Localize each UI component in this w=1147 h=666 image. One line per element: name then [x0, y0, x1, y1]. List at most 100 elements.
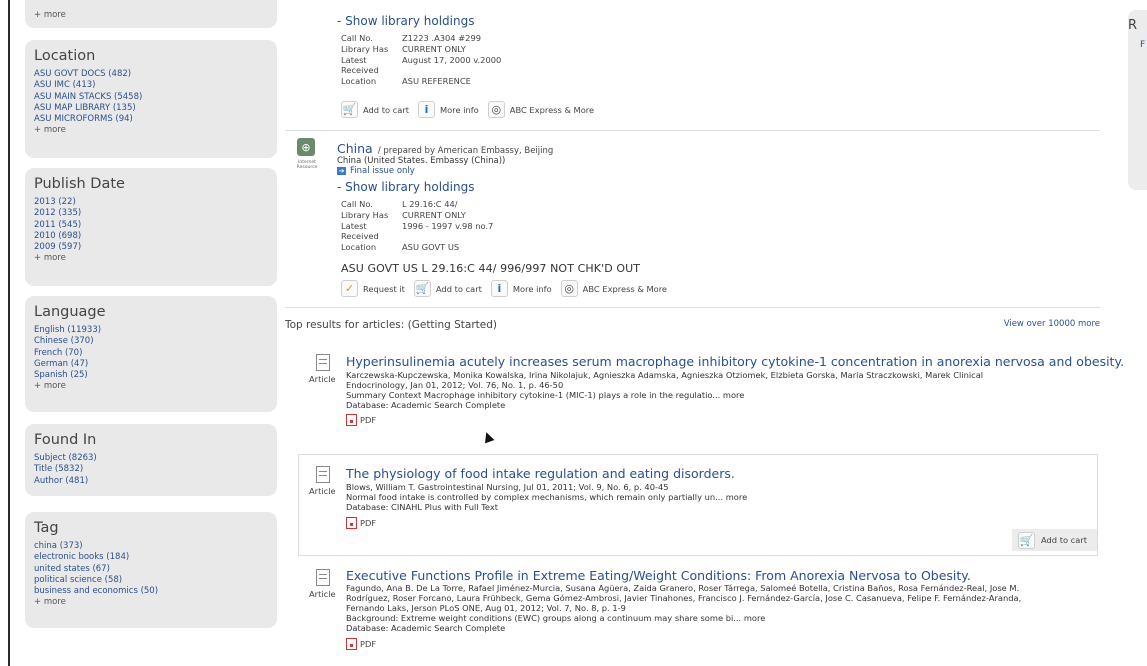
button-label: More info: [512, 283, 552, 294]
divider: [285, 130, 1100, 131]
right-panel-heading: R: [1128, 18, 1138, 33]
add-to-cart-button[interactable]: 🛒 Add to cart: [341, 101, 409, 118]
facet-item[interactable]: Subject (8263): [34, 453, 269, 464]
divider: [285, 307, 1100, 308]
facet-item[interactable]: Chinese (370): [34, 336, 269, 347]
cart-icon: 🛒: [413, 280, 431, 297]
facet-language: Language English (11933) Chinese (370) F…: [25, 296, 277, 412]
pdf-label: PDF: [360, 639, 377, 649]
pdf-link[interactable]: ▪ PDF: [346, 414, 376, 426]
facet-item[interactable]: 2012 (335): [34, 208, 269, 219]
more-info-button[interactable]: i More info: [417, 101, 479, 118]
button-label: More info: [439, 104, 479, 115]
cart-icon: 🛒: [341, 101, 358, 118]
facet-tag: Tag china (373) electronic books (184) u…: [25, 512, 277, 628]
record-byline: / prepared by American Embassy, Beijing: [377, 146, 554, 156]
button-label: Add to cart: [363, 104, 409, 115]
more-info-button[interactable]: i More info: [490, 280, 552, 297]
article-authors: Fagundo, Ana B. De La Torre, Rafael Jimé…: [346, 583, 1020, 593]
holdings-value: August 17, 2000 v.2000: [402, 54, 502, 65]
abc-express-button[interactable]: ◎ ABC Express & More: [560, 280, 667, 297]
view-more-link[interactable]: View over 10000 more: [1004, 319, 1100, 329]
add-to-cart-button[interactable]: 🛒 Add to cart: [413, 280, 482, 297]
pdf-link[interactable]: ▪ PDF: [346, 638, 376, 650]
holdings-value: 1996 - 1997 v.98 no.7: [402, 220, 494, 231]
pdf-label: PDF: [360, 518, 377, 528]
article-summary: Summary Context Macrophage inhibitory cy…: [346, 390, 745, 400]
final-issue-link[interactable]: Final issue only: [350, 166, 415, 177]
article-title-link[interactable]: Executive Functions Profile in Extreme E…: [346, 568, 971, 583]
show-holdings-link[interactable]: - Show library holdings: [337, 14, 474, 28]
facet-item[interactable]: 2011 (545): [34, 220, 269, 231]
button-label: Add to cart: [435, 283, 482, 294]
holdings-value: ASU REFERENCE: [402, 76, 471, 87]
document-icon: [316, 569, 330, 586]
document-icon: [316, 354, 330, 371]
facet-item[interactable]: 2013 (22): [34, 197, 269, 208]
facet-item[interactable]: political science (58): [34, 575, 269, 586]
internet-resource-icon: ⊕: [297, 138, 315, 156]
right-panel: [1128, 10, 1147, 190]
facet-item[interactable]: Spanish (25): [34, 370, 269, 381]
holdings-key: Location: [341, 76, 377, 87]
facet-more-link[interactable]: + more: [34, 597, 269, 608]
facet-more-link[interactable]: + more: [34, 381, 269, 392]
facet-item[interactable]: china (373): [34, 541, 269, 552]
article-title-link[interactable]: Hyperinsulinemia acutely increases serum…: [346, 354, 1124, 369]
call-number-status: ASU GOVT US L 29.16:C 44/ 996/997 NOT CH…: [341, 262, 641, 275]
article-authors: Rodríguez, Roser Forcano, Laura Frühbeck…: [346, 593, 1022, 603]
facet-item[interactable]: German (47): [34, 359, 269, 370]
facet-item[interactable]: Title (5832): [34, 464, 269, 475]
holdings-key: Library Has: [341, 43, 389, 54]
result-type-label: Article: [309, 486, 336, 496]
holdings-value: ASU GOVT US: [402, 242, 460, 253]
article-database: Database: Academic Search Complete: [346, 400, 506, 410]
pdf-icon: ▪: [346, 517, 357, 529]
article-source: Fernando Laks, Jerson PLoS ONE, Aug 01, …: [346, 603, 626, 613]
facet-title: Found In: [34, 432, 97, 448]
facet-item[interactable]: 2009 (597): [34, 242, 269, 253]
facet-more-link[interactable]: + more: [34, 125, 269, 136]
facet-item[interactable]: ASU MAP LIBRARY (135): [34, 103, 269, 114]
holdings-key: Latest Received: [341, 220, 379, 242]
holdings-key: Call No.: [341, 33, 373, 43]
facet-title: Location: [34, 48, 96, 64]
holdings-key: Latest Received: [341, 54, 379, 76]
facet-item[interactable]: English (11933): [34, 325, 269, 336]
facet-item[interactable]: ASU MAIN STACKS (5458): [34, 92, 269, 103]
record-title-link[interactable]: China: [337, 141, 373, 156]
pdf-link[interactable]: ▪ PDF: [346, 517, 376, 529]
article-authors: Blows, William T. Gastrointestinal Nursi…: [346, 482, 669, 492]
facet-item[interactable]: ASU IMC (413): [34, 80, 269, 91]
abc-icon: ◎: [560, 280, 578, 297]
facet-item[interactable]: Author (481): [34, 476, 269, 487]
add-to-cart-button[interactable]: 🛒 Add to cart: [1012, 529, 1097, 551]
button-label: Add to cart: [1041, 535, 1087, 545]
abc-icon: ◎: [487, 101, 505, 118]
request-it-button[interactable]: ✓ Request it: [341, 280, 405, 297]
facet-item[interactable]: ASU MICROFORMS (94): [34, 114, 269, 125]
abc-express-button[interactable]: ◎ ABC Express & More: [487, 101, 594, 118]
show-holdings-link[interactable]: - Show library holdings: [337, 180, 474, 194]
article-title-link[interactable]: The physiology of food intake regulation…: [346, 466, 735, 481]
article-database: Database: CINAHL Plus with Full Text: [346, 502, 499, 512]
pdf-icon: ▪: [346, 414, 357, 426]
cart-icon: 🛒: [1018, 531, 1035, 549]
facet-item[interactable]: French (70): [34, 348, 269, 359]
article-database: Database: Academic Search Complete: [346, 623, 506, 633]
facet-item[interactable]: business and economics (50): [34, 586, 269, 597]
articles-section-heading: Top results for articles: (Getting Start…: [285, 319, 497, 331]
holdings-table: Call No. Z1223 .A304 #299 Library Has CURR…: [341, 33, 501, 87]
document-icon: [316, 466, 330, 483]
facet-more-link[interactable]: + more: [34, 10, 66, 21]
facet-item[interactable]: ASU GOVT DOCS (482): [34, 69, 269, 80]
facet-item[interactable]: united states (67): [34, 564, 269, 575]
facet-item[interactable]: 2010 (698): [34, 231, 269, 242]
facet-more-link[interactable]: + more: [34, 253, 269, 264]
article-summary: Normal food intake is controlled by comp…: [346, 492, 748, 502]
final-issue-row: ➔ Final issue only: [337, 166, 415, 177]
right-panel-link[interactable]: F: [1140, 40, 1145, 50]
button-label: Request it: [363, 283, 405, 294]
holdings-value: CURRENT ONLY: [402, 209, 466, 220]
facet-item[interactable]: electronic books (184): [34, 552, 269, 563]
